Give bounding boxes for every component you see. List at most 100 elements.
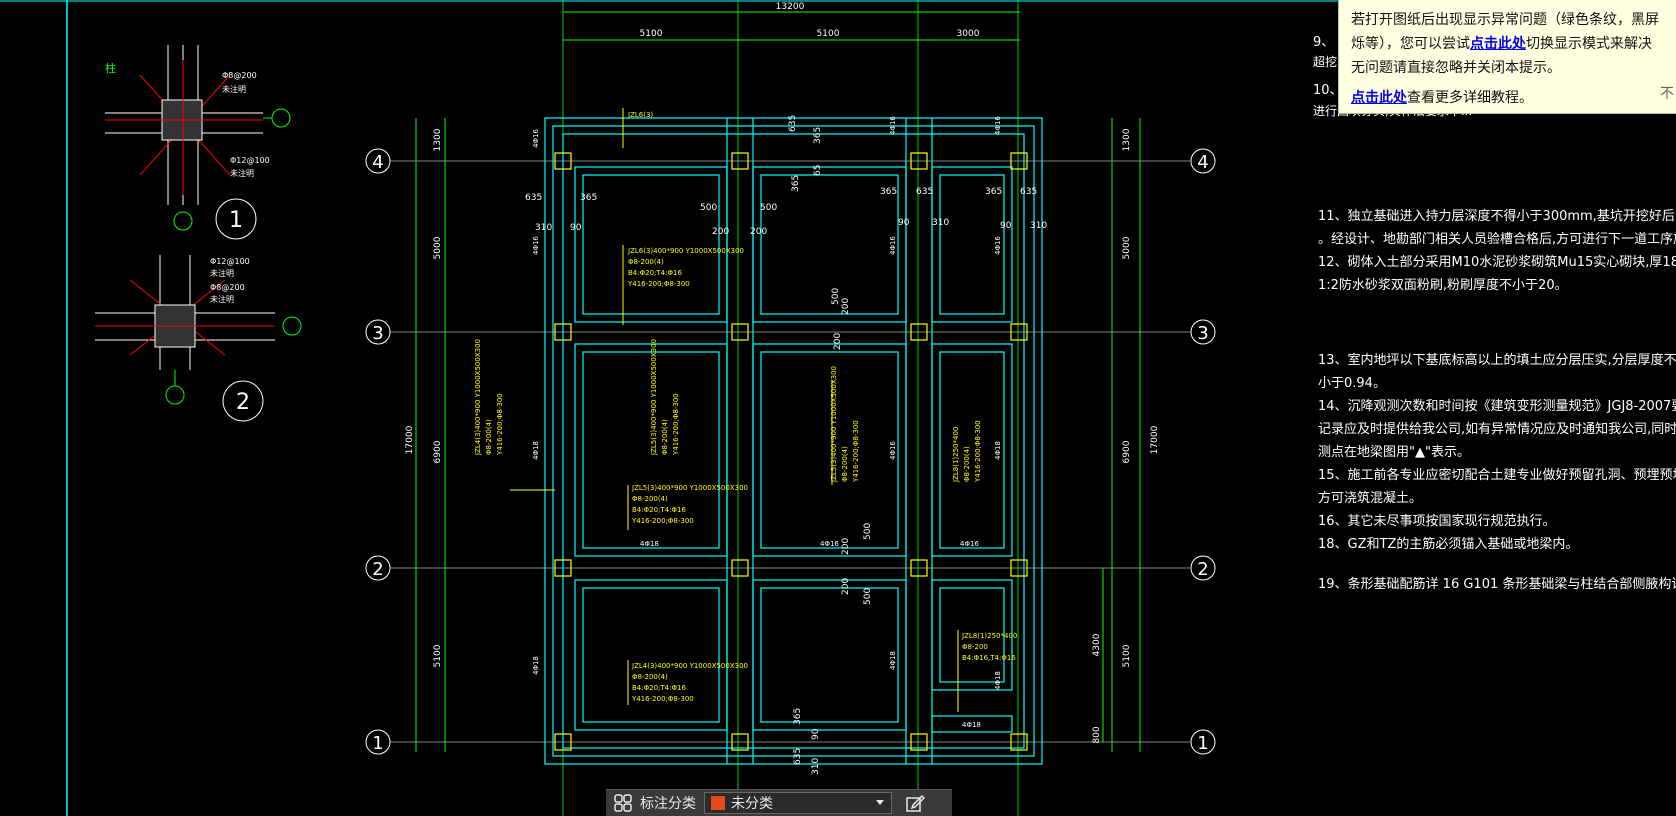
beam-tag-b3-y: Y416-200;Φ8-300 — [852, 420, 860, 483]
dim-635-c: 635 — [1020, 187, 1037, 197]
dim-right-1300: 1300 — [1122, 128, 1132, 151]
note-14a: 14、沉降观测次数和时间按《建筑变形测量规范》JGJ8-2007要求执行,沉降观 — [1318, 398, 1676, 414]
dim-310-d: 310 — [811, 758, 821, 775]
beam-tag-jzl4-bars: B4:Φ20;T4:Φ16 — [632, 684, 686, 692]
notice-line-1: 若打开图纸后出现显示异常问题（绿色条纹，黑屏 — [1351, 8, 1676, 32]
beam-tag-left-vertical: JZL4(3)400*900 Y1000X500X300 — [474, 339, 482, 456]
cad-drawing-canvas[interactable]: 1 柱 Φ8@200 未注明 Φ12@100 未注明 2 Φ12@100 未注明… — [0, 0, 1676, 816]
rebar-label-b2: 4Φ16 — [820, 540, 839, 548]
switch-display-mode-link[interactable]: 点击此处 — [1470, 36, 1526, 52]
chevron-down-icon — [875, 795, 885, 811]
dim-635-e: 635 — [793, 748, 803, 765]
notice-line-3: 无问题请直接忽略并关闭本提示。 — [1351, 56, 1676, 80]
dim-right-4300: 4300 — [1092, 633, 1102, 656]
dim-right-5100: 5100 — [1122, 644, 1132, 667]
dim-left-6900: 6900 — [433, 440, 443, 463]
rebar-label-a3-v: 4Φ18 — [532, 441, 540, 460]
dim-left-5100: 5100 — [433, 644, 443, 667]
rebar-label-b4: 4Φ16 — [889, 116, 897, 135]
beam-tag-jzl5-stirrup: Φ8-200(4) — [632, 495, 668, 503]
rebar-label-c1-v: 4Φ18 — [994, 671, 1002, 690]
dim-200-c: 200 — [841, 298, 851, 315]
dim-310-a: 310 — [535, 223, 552, 233]
notice-close-button[interactable]: 不 — [1660, 82, 1674, 106]
beam-tag-b3-stirrup: Φ8-200(4) — [841, 446, 849, 482]
rebar-label-c4-v: 4Φ16 — [994, 236, 1002, 255]
axis-label-4-left: 4 — [372, 152, 383, 173]
rebar-label-c2: 4Φ16 — [960, 540, 979, 548]
note-11a: 11、独立基础进入持力层深度不得小于300mm,基坑开挖好后,应进行基坑验槽 — [1318, 208, 1676, 224]
beam-tag-c3-y: Y416-200;Φ8-300 — [974, 420, 982, 483]
beam-tag-jzl5: JZL5(3)400*900 Y1000X500X300 — [631, 484, 748, 492]
dim-500-c: 500 — [831, 288, 841, 305]
edit-category-icon[interactable] — [900, 790, 930, 816]
annotation-category-label: 标注分类 — [640, 796, 696, 812]
dim-bay-2: 5100 — [817, 29, 840, 39]
beam-tag-jzl5-y: Y416-200;Φ8-300 — [631, 517, 694, 525]
rebar-label-b4-v: 4Φ16 — [889, 236, 897, 255]
dim-365-b: 365 — [880, 187, 897, 197]
detail1-bar-a: Φ8@200 — [222, 71, 257, 80]
dim-right-5000: 5000 — [1122, 236, 1132, 259]
note-14b: 记录应及时提供给我公司,如有异常情况应及时通知我公司,同时增加观测次数。沉降 — [1318, 421, 1676, 437]
dim-overall: 13200 — [776, 2, 805, 12]
dim-200-b: 200 — [750, 227, 767, 237]
dim-200-a: 200 — [712, 227, 729, 237]
beam-tag-jzl4: JZL4(3)400*900 Y1000X500X300 — [631, 662, 748, 670]
detail2-number: 2 — [236, 390, 250, 415]
note-12a: 12、砌体入土部分采用M10水泥砂浆砌筑Mu15实心砌块,厚180,并采用 — [1318, 254, 1676, 270]
dim-365-f: 365 — [793, 708, 803, 725]
dim-635-a: 635 — [525, 193, 542, 203]
axis-label-4-right: 4 — [1197, 152, 1208, 173]
dim-365-e: 365 — [791, 175, 801, 192]
dim-90-d: 90 — [811, 728, 821, 740]
axis-label-2-left: 2 — [372, 559, 383, 580]
axis-label-3-right: 3 — [1197, 323, 1208, 344]
dim-365-a: 365 — [580, 193, 597, 203]
dim-500-a: 500 — [700, 203, 717, 213]
dim-65: 65 — [813, 165, 823, 176]
notice-line-4: 点击此处查看更多详细教程。 — [1351, 86, 1676, 110]
notice-line-2: 烁等），您可以尝试点击此处切换显示模式来解决 — [1351, 32, 1676, 56]
note-13b: 小于0.94。 — [1318, 376, 1386, 391]
beam-tag-jzl8: JZL8(1)250*400 — [961, 632, 1017, 640]
dim-310-b: 310 — [932, 218, 949, 228]
beam-tag-left-vertical-stirrup: Φ8-200(4) — [485, 419, 493, 455]
tutorial-link[interactable]: 点击此处 — [1351, 90, 1407, 106]
rebar-label-c1: 4Φ18 — [962, 721, 981, 729]
detail1-number: 1 — [229, 208, 243, 233]
beam-tag-b3-vertical: JZL5(3)400*900 Y1000X500X300 — [830, 366, 838, 483]
note-14c: 测点在地梁图用"▲"表示。 — [1318, 445, 1470, 460]
rebar-label-a4: 4Φ16 — [532, 129, 540, 148]
dim-500-d: 500 — [863, 523, 873, 540]
beam-tag-jzl5-bars: B4:Φ20;T4:Φ16 — [632, 506, 686, 514]
dim-90-a: 90 — [570, 223, 582, 233]
dim-500-b: 500 — [760, 203, 777, 213]
note-11b: 。经设计、地勘部门相关人员验槽合格后,方可进行下一道工序施工。 — [1318, 231, 1676, 247]
note-19: 19、条形基础配筋详 16 G101 条形基础梁与柱结合部侧腋构详16 G101… — [1318, 576, 1676, 592]
annotation-category-select[interactable]: 未分类 — [704, 792, 892, 814]
note-13a: 13、室内地坪以下基底标高以上的填土应分层压实,分层厚度不大于300,压实系数 — [1318, 352, 1676, 368]
dim-bay-3: 3000 — [957, 29, 980, 39]
note-15a: 15、施工前各专业应密切配合土建专业做好预留孔洞、预埋预埋件的工作,确认无误 — [1318, 467, 1676, 483]
beam-tag-jzl6: JZL6(3)400*900 Y1000X500X300 — [627, 247, 744, 255]
note-12b: 1:2防水砂浆双面粉刷,粉刷厚度不小于20。 — [1318, 277, 1568, 293]
beam-tag-jzl4-y: Y416-200;Φ8-300 — [631, 695, 694, 703]
dim-bay-1: 5100 — [640, 29, 663, 39]
beam-tag-a3-y: Y416-200;Φ8-300 — [672, 393, 680, 456]
dim-635-b: 635 — [916, 187, 933, 197]
axis-label-1-left: 1 — [372, 733, 383, 754]
beam-tag-jzl6-bars: B4:Φ20;T4:Φ16 — [628, 269, 682, 277]
beam-tag-jzl4-stirrup: Φ8-200(4) — [632, 673, 668, 681]
beam-tag-jzl8-stirrup: Φ8-200 — [962, 643, 988, 651]
display-issue-notice: 若打开图纸后出现显示异常问题（绿色条纹，黑屏 烁等），您可以尝试点击此处切换显示… — [1338, 0, 1676, 114]
axis-label-3-left: 3 — [372, 323, 383, 344]
detail2-note-a: 未注明 — [210, 294, 234, 304]
notice-text-4: 查看更多详细教程。 — [1407, 90, 1533, 106]
detail2-note-b: 未注明 — [210, 268, 234, 278]
dim-200-f: 200 — [841, 578, 851, 595]
note-15b: 方可浇筑混凝土。 — [1318, 490, 1422, 506]
grid-layout-icon[interactable] — [610, 790, 636, 816]
detail2-bar-b: Φ12@100 — [210, 257, 250, 266]
dim-500-e: 500 — [863, 588, 873, 605]
